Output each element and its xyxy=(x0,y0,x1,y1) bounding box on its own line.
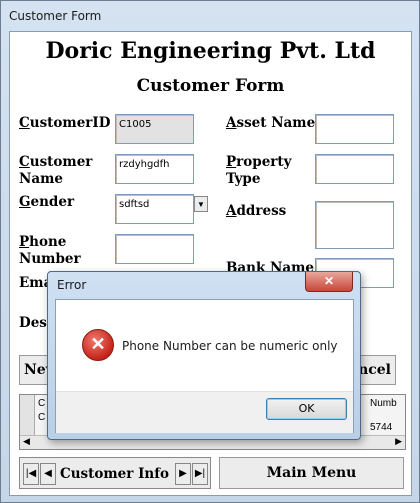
navigator-label: Customer Info xyxy=(60,466,170,482)
customer-name-label: Customer Name xyxy=(19,154,93,187)
dialog-body: ✕ Phone Number can be numeric only OK xyxy=(55,299,354,433)
phone-number-field[interactable] xyxy=(115,234,194,264)
error-icon: ✕ xyxy=(82,329,114,361)
next-record-icon[interactable]: ▶ xyxy=(175,463,191,485)
scroll-right-icon[interactable]: ▶ xyxy=(395,436,402,447)
grid-cell[interactable]: C xyxy=(38,398,45,409)
customer-name-field[interactable]: rzdyhgdfh xyxy=(115,154,194,184)
dialog-title: Error xyxy=(57,278,87,292)
close-icon[interactable]: ✕ xyxy=(305,272,353,292)
chevron-down-icon[interactable]: ▼ xyxy=(194,196,208,212)
grid-cell[interactable]: C xyxy=(38,412,45,423)
error-dialog: Error ✕ ✕ Phone Number can be numeric on… xyxy=(47,271,361,440)
scroll-left-icon[interactable]: ◀ xyxy=(23,436,30,447)
property-type-field[interactable] xyxy=(315,154,394,184)
form-title: Customer Form xyxy=(136,76,285,96)
previous-record-icon[interactable]: ◀ xyxy=(40,463,56,485)
gender-select[interactable]: sdftsd xyxy=(115,194,194,224)
customer-id-label: CustomerID xyxy=(19,115,111,131)
asset-name-label: Asset Name xyxy=(226,115,316,131)
first-record-icon[interactable]: |◀ xyxy=(23,463,39,485)
main-menu-button[interactable]: Main Menu xyxy=(219,457,404,489)
property-type-label: Property Type xyxy=(226,154,292,187)
customer-id-field[interactable]: C1005 xyxy=(115,114,194,144)
address-field[interactable] xyxy=(315,201,394,249)
last-record-icon[interactable]: ▶| xyxy=(192,463,208,485)
asset-name-field[interactable] xyxy=(315,114,394,144)
ok-button[interactable]: OK xyxy=(266,398,347,420)
company-name: Doric Engineering Pvt. Ltd xyxy=(45,38,376,64)
error-message: Phone Number can be numeric only xyxy=(122,339,338,353)
address-label: Address xyxy=(226,203,287,219)
title-bar: Customer Form xyxy=(1,1,419,29)
record-navigator: |◀ ◀ Customer Info ▶ ▶| xyxy=(19,457,211,489)
phone-number-label: Phone Number xyxy=(19,234,81,267)
grid-cell[interactable]: 5744 xyxy=(370,422,392,433)
window-title: Customer Form xyxy=(9,9,102,23)
gender-label: Gender xyxy=(19,194,75,210)
grid-column-header: Numb xyxy=(370,398,397,409)
